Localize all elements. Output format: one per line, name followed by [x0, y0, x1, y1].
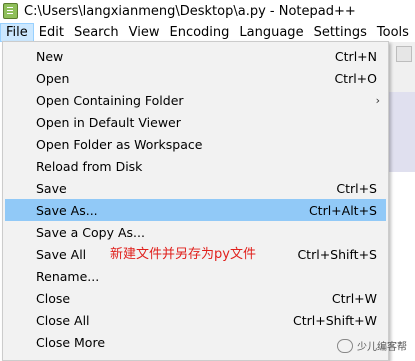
menu-item-save-as[interactable]: Save As... Ctrl+Alt+S: [5, 199, 386, 221]
menu-item-reload-from-disk[interactable]: Reload from Disk: [5, 155, 386, 177]
title-bar: C:\Users\langxianmeng\Desktop\a.py - Not…: [0, 0, 415, 22]
menu-item-shortcut: Ctrl+O: [334, 70, 377, 86]
menu-search[interactable]: Search: [69, 23, 124, 42]
window-title: C:\Users\langxianmeng\Desktop\a.py - Not…: [24, 3, 356, 19]
menu-settings[interactable]: Settings: [309, 23, 372, 42]
watermark: 少儿编客帮: [337, 338, 407, 353]
watermark-text: 少儿编客帮: [357, 342, 407, 353]
chat-bubble-icon: [337, 338, 353, 353]
menu-item-shortcut: Ctrl+N: [334, 48, 377, 64]
editor-area[interactable]: [388, 172, 415, 359]
annotation-text: 新建文件并另存为py文件: [110, 247, 256, 262]
menu-item-label: Save As...: [36, 202, 98, 218]
menu-item-label: Reload from Disk: [36, 158, 143, 174]
menu-encoding[interactable]: Encoding: [164, 23, 234, 42]
toolbar-button[interactable]: [396, 46, 412, 62]
menu-bar: File Edit Search View Encoding Language …: [0, 22, 415, 42]
menu-item-close[interactable]: Close Ctrl+W: [5, 287, 386, 309]
menu-file[interactable]: File: [0, 22, 34, 42]
menu-item-shortcut: Ctrl+S: [336, 180, 377, 196]
menu-tools[interactable]: Tools: [372, 23, 414, 42]
menu-edit[interactable]: Edit: [34, 23, 69, 42]
menu-item-label: Open Containing Folder: [36, 92, 184, 108]
tab-strip: [388, 92, 415, 172]
menu-item-save[interactable]: Save Ctrl+S: [5, 177, 386, 199]
menu-item-shortcut: Ctrl+W: [331, 290, 377, 306]
menu-item-shortcut: Ctrl+Shift+W: [293, 312, 377, 328]
menu-item-open[interactable]: Open Ctrl+O: [5, 67, 386, 89]
menu-item-close-all[interactable]: Close All Ctrl+Shift+W: [5, 309, 386, 331]
menu-item-shortcut: Ctrl+Alt+S: [308, 202, 377, 218]
menu-item-label: New: [36, 48, 64, 64]
menu-item-label: Save a Copy As...: [36, 224, 145, 240]
menu-item-label: Close All: [36, 312, 90, 328]
notepad-plus-plus-icon: [3, 3, 18, 19]
file-menu-dropdown: New Ctrl+N Open Ctrl+O Open Containing F…: [2, 41, 389, 361]
menu-item-open-in-default-viewer[interactable]: Open in Default Viewer: [5, 111, 386, 133]
menu-item-open-containing-folder[interactable]: Open Containing Folder ›: [5, 89, 386, 111]
chevron-right-icon: ›: [375, 93, 380, 107]
menu-item-close-more[interactable]: Close More: [5, 331, 386, 353]
menu-item-label: Open in Default Viewer: [36, 114, 181, 130]
menu-item-label: Save All: [36, 246, 87, 262]
menu-item-label: Close: [36, 290, 71, 306]
menu-language[interactable]: Language: [234, 23, 308, 42]
menu-item-label: Save: [36, 180, 67, 196]
menu-item-open-folder-as-workspace[interactable]: Open Folder as Workspace: [5, 133, 386, 155]
editor-background: [388, 42, 415, 359]
menu-item-label: Open: [36, 70, 70, 86]
menu-view[interactable]: View: [124, 23, 165, 42]
menu-item-label: Close More: [36, 334, 106, 350]
menu-item-save-a-copy-as[interactable]: Save a Copy As...: [5, 221, 386, 243]
menu-item-rename[interactable]: Rename...: [5, 265, 386, 287]
menu-item-shortcut: Ctrl+Shift+S: [297, 246, 377, 262]
menu-item-label: Open Folder as Workspace: [36, 136, 203, 152]
menu-item-label: Rename...: [36, 268, 100, 284]
menu-item-new[interactable]: New Ctrl+N: [5, 45, 386, 67]
